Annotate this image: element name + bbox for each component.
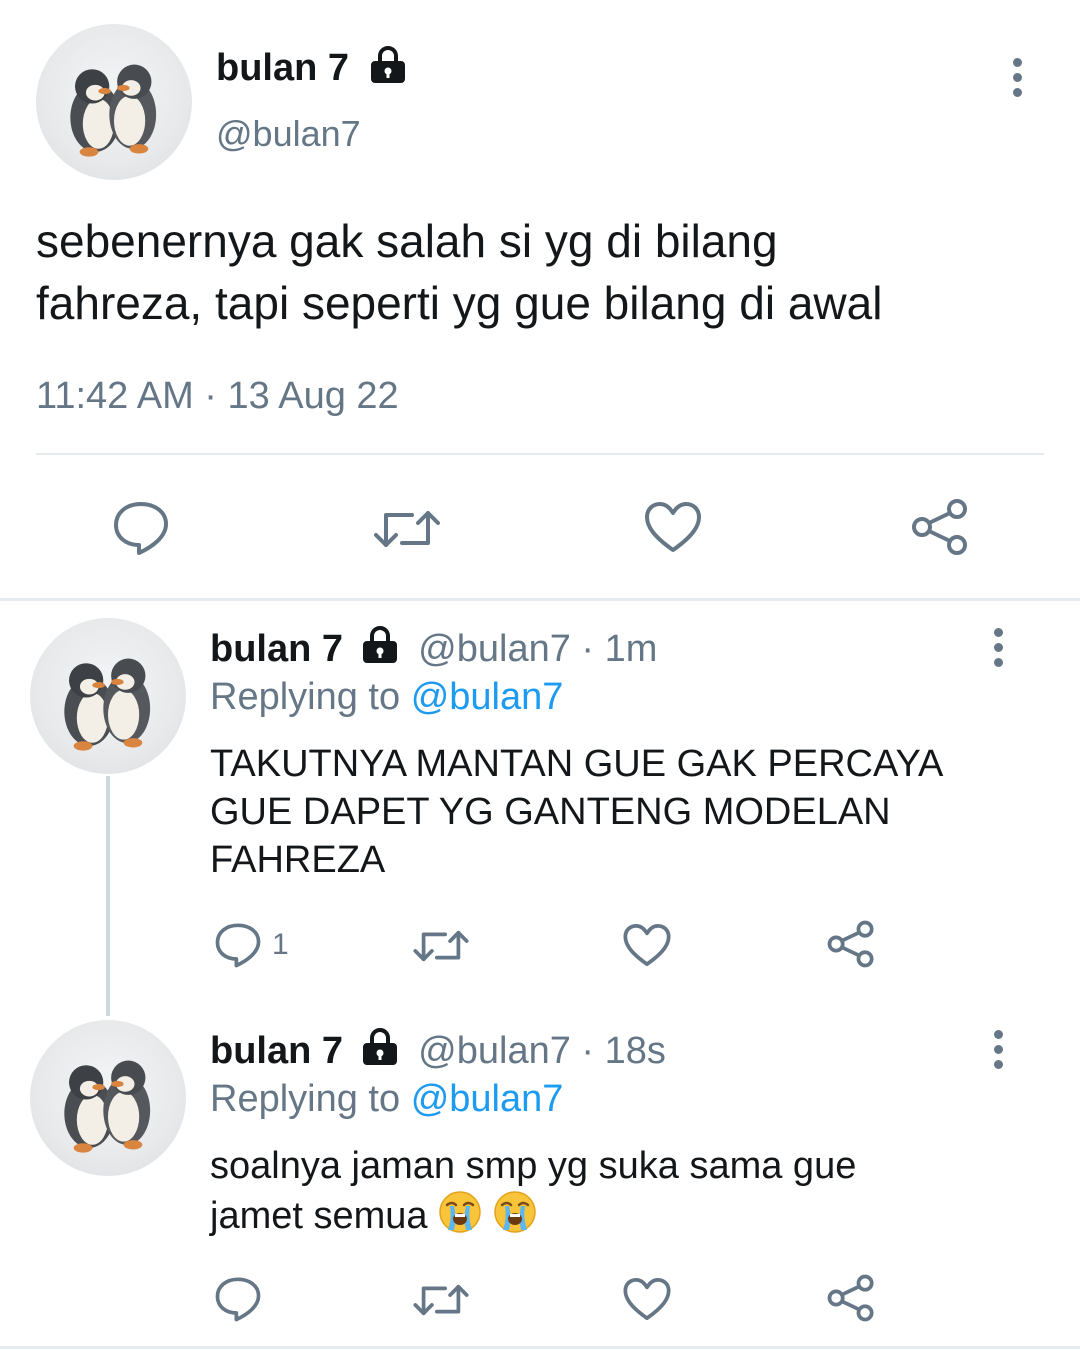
retweet-icon xyxy=(374,511,440,547)
replying-to: Replying to @bulan7 xyxy=(210,674,563,720)
bottom-divider xyxy=(0,1346,1080,1349)
display-name[interactable]: bulan 7 xyxy=(210,1030,343,1072)
loudly-crying-face-emoji xyxy=(438,1190,482,1246)
reply-icon xyxy=(215,923,261,968)
retweet-button[interactable] xyxy=(372,505,442,553)
reply-button[interactable]: 1 xyxy=(214,922,289,968)
tweet-timestamp[interactable]: 11:42 AM · 13 Aug 22 xyxy=(36,374,399,418)
like-button[interactable] xyxy=(622,1276,672,1322)
retweet-icon xyxy=(413,1284,469,1316)
replying-to: Replying to @bulan7 xyxy=(210,1076,563,1122)
reply-button[interactable] xyxy=(112,500,170,556)
retweet-icon xyxy=(413,930,469,962)
avatar[interactable] xyxy=(30,618,186,774)
tweet-text-line: fahreza, tapi seperti yg gue bilang di a… xyxy=(36,277,883,329)
tweet-text-line: sebenernya gak salah si yg di bilang xyxy=(36,215,778,267)
more-vertical-icon[interactable] xyxy=(991,1030,1005,1075)
heart-icon xyxy=(645,502,701,552)
reply-count: 1 xyxy=(272,928,289,961)
reply-text-line: GUE DAPET YG GANTENG MODELAN xyxy=(210,791,891,833)
replying-to-link[interactable]: @bulan7 xyxy=(411,1078,564,1120)
reply-text-line: FAHREZA xyxy=(210,839,386,881)
reply-text-line-with-emoji: jamet semua xyxy=(210,1190,856,1246)
loudly-crying-face-emoji xyxy=(493,1190,537,1246)
author-name-row: bulan 7 xyxy=(216,46,408,94)
reply-header: bulan 7 @bulan7 · 18s xyxy=(210,1028,666,1077)
lock-icon xyxy=(360,626,400,675)
reply-text: soalnya jaman smp yg suka sama gue jamet… xyxy=(210,1142,856,1246)
avatar[interactable] xyxy=(36,24,192,180)
share-button[interactable] xyxy=(910,498,970,556)
share-icon xyxy=(827,920,874,968)
heart-icon xyxy=(623,1277,671,1321)
heart-icon xyxy=(623,923,671,967)
like-button[interactable] xyxy=(643,500,703,554)
replying-prefix: Replying to xyxy=(210,676,401,718)
more-vertical-icon[interactable] xyxy=(1010,58,1024,103)
handle-time[interactable]: @bulan7 · 1m xyxy=(418,628,657,670)
more-vertical-icon[interactable] xyxy=(991,628,1005,673)
share-icon xyxy=(912,499,967,555)
reply-icon xyxy=(114,502,168,555)
reply-text-line: TAKUTNYA MANTAN GUE GAK PERCAYA xyxy=(210,743,944,785)
share-button[interactable] xyxy=(826,920,876,968)
reply-text-line: jamet semua xyxy=(210,1195,428,1238)
reply-text-line: soalnya jaman smp yg suka sama gue xyxy=(210,1145,857,1187)
share-icon xyxy=(827,1274,874,1322)
retweet-button[interactable] xyxy=(412,1280,470,1320)
reply-text: TAKUTNYA MANTAN GUE GAK PERCAYA GUE DAPE… xyxy=(210,740,943,884)
display-name[interactable]: bulan 7 xyxy=(210,628,343,670)
author-handle[interactable]: @bulan7 xyxy=(216,112,361,156)
replying-to-link[interactable]: @bulan7 xyxy=(411,676,564,718)
retweet-button[interactable] xyxy=(412,926,470,966)
like-button[interactable] xyxy=(622,922,672,968)
tweet-text: sebenernya gak salah si yg di bilang fah… xyxy=(36,210,882,334)
handle-time[interactable]: @bulan7 · 18s xyxy=(418,1030,666,1072)
replying-prefix: Replying to xyxy=(210,1078,401,1120)
reply-header: bulan 7 @bulan7 · 1m xyxy=(210,626,657,675)
lock-icon xyxy=(368,46,408,94)
reply-icon xyxy=(215,1277,261,1322)
section-divider xyxy=(0,598,1080,601)
divider xyxy=(36,453,1044,455)
thread-line xyxy=(106,776,110,1016)
display-name[interactable]: bulan 7 xyxy=(216,47,349,89)
reply-button[interactable] xyxy=(214,1276,262,1322)
avatar[interactable] xyxy=(30,1020,186,1176)
share-button[interactable] xyxy=(826,1274,876,1322)
lock-icon xyxy=(360,1028,400,1077)
